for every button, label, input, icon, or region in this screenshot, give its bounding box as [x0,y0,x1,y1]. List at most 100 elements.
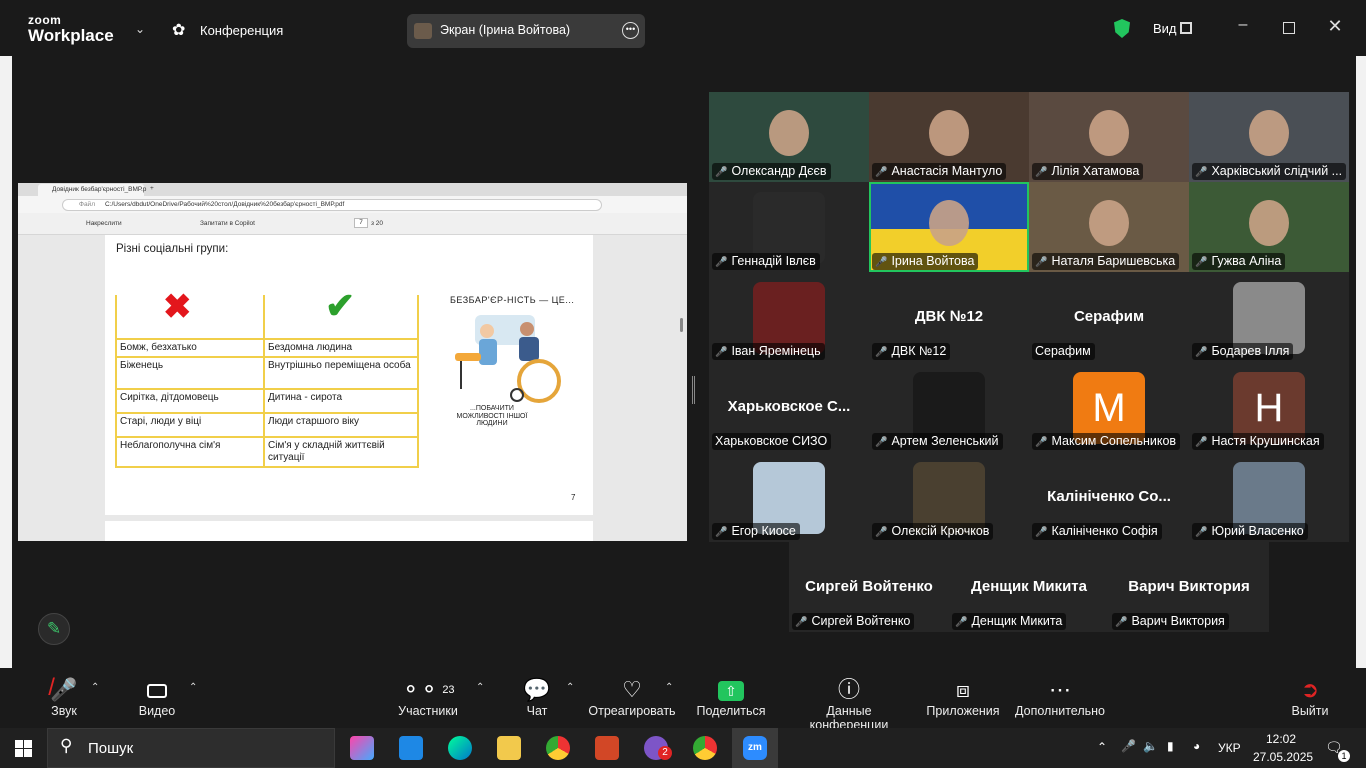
language-indicator[interactable]: УКР [1218,741,1241,755]
participant-big-name: Серафим [1073,308,1145,325]
clock-time[interactable]: 12:02 [1266,732,1296,746]
participant-name-label: 🎤 Олександр Дєєв [712,163,831,180]
mic-muted-icon: 🎤 [875,257,888,268]
participant-tile[interactable]: 🎤 Олексій Крючков [869,452,1029,542]
audio-options-caret[interactable]: ⌃ [91,682,99,693]
mic-muted-icon: 🎤 [1195,437,1208,448]
meeting-toolbar: 🎤 / Звук ⌃ Видео ⌃ ⚬⚬ 23 Участники ⌃ 💬 Чат… [0,668,1366,732]
mic-muted-icon: 🎤 [795,617,808,628]
participant-video [1249,200,1289,246]
participant-name: Харьковское СИЗО [715,434,828,448]
participant-name: Гужва Аліна [1211,254,1282,268]
participant-tile[interactable]: 🎤 Лілія Хатамова [1029,92,1189,182]
participant-tile[interactable]: 🎤 Юрий Власенко [1189,452,1349,542]
mic-muted-icon: 🎤 [1195,167,1208,178]
participant-tile[interactable]: Денщик Микита 🎤 Денщик Микита [949,542,1109,632]
participant-tile[interactable]: 🎤 Олександр Дєєв [709,92,869,182]
chat-button[interactable]: 💬 Чат [520,676,554,718]
participant-name: ДВК №12 [891,344,947,358]
wifi-icon[interactable]: ◕ [1193,739,1200,753]
participant-name-label: 🎤 Варич Виктория [1112,613,1229,630]
chat-options-caret[interactable]: ⌃ [566,682,574,693]
camera-icon [134,676,180,704]
participant-tile[interactable]: 🎤 Харківський слідчий ... [1189,92,1349,182]
participant-tile[interactable]: 🎤 Наталя Баришевська [1029,182,1189,272]
windows-start-icon[interactable] [15,740,32,757]
mic-muted-icon: 🎤 [875,347,888,358]
video-button[interactable]: Видео [134,676,180,718]
participant-name: Артем Зеленський [891,434,999,448]
share-button[interactable]: ⇧ Поделиться [696,676,766,718]
participant-tile[interactable]: 🎤 Ірина Войтова [869,182,1029,272]
participant-tile[interactable]: M 🎤 Максим Сопельников [1029,362,1189,452]
participant-video [769,110,809,156]
participants-options-caret[interactable]: ⌃ [476,682,484,693]
participant-name: Бодарев Ілля [1211,344,1290,358]
mic-muted-icon: 🎤 [1115,617,1128,628]
zoom-app-icon[interactable]: zm [743,736,767,760]
participants-button[interactable]: ⚬⚬ 23 Участники [396,676,460,718]
participant-name-label: 🎤 Егор Киосе [712,523,800,540]
participant-big-name: Калініченко Со... [1047,488,1171,505]
participant-tile[interactable]: 🎤 Анастасія Мантуло [869,92,1029,182]
participant-tile[interactable]: 🎤 Іван Яремінець [709,272,869,362]
participant-name-label: 🎤 Ірина Войтова [872,253,979,270]
apps-button[interactable]: ⧈ Приложения [925,676,1001,718]
participant-tile[interactable]: Сиргей Войтенко 🎤 Сиргей Войтенко [789,542,949,632]
tray-mic-icon[interactable]: 🎤 [1121,739,1136,753]
mic-muted-icon: 🎤 [715,257,728,268]
participant-big-name: Харьковское С... [727,398,851,415]
more-button[interactable]: ⋯ Дополнительно [1014,676,1106,718]
video-options-caret[interactable]: ⌃ [189,682,197,693]
participant-tile[interactable]: H 🎤 Настя Крушинская [1189,362,1349,452]
participant-name-label: 🎤 Максим Сопельников [1032,433,1181,450]
participant-video [1089,110,1129,156]
mic-muted-icon: 🎤 [875,437,888,448]
taskbar-search[interactable]: ⚲ Пошук [47,728,335,768]
mic-muted-icon: 🎤 [1195,347,1208,358]
participant-big-name: ДВК №12 [914,308,984,325]
react-options-caret[interactable]: ⌃ [665,682,673,693]
participant-name: Наталя Баришевська [1051,254,1176,268]
participant-tile[interactable]: 🎤 Геннадій Івлєв [709,182,869,272]
participant-tile[interactable]: 🎤 Гужва Аліна [1189,182,1349,272]
participant-tile[interactable]: 🎤 Артем Зеленський [869,362,1029,452]
edge-app-icon[interactable] [448,736,472,760]
chrome-profile-app-icon[interactable] [693,736,717,760]
zoom-window: { "window": {"brand_top": "zoom", "brand… [0,0,1366,768]
participant-tile[interactable]: Харьковское С... Харьковское СИЗО [709,362,869,452]
viber-app-icon[interactable]: 2 [644,736,672,760]
powerpoint-app-icon[interactable] [595,736,619,760]
participant-name-label: 🎤 Гужва Аліна [1192,253,1286,270]
annotate-pencil-icon[interactable]: ✎ [38,613,70,645]
meeting-info-button[interactable]: ⓘ Данные конференции [786,676,912,732]
chrome-app-icon[interactable] [546,736,570,760]
participant-name: Варич Виктория [1131,614,1225,628]
battery-icon[interactable]: ▮ [1167,739,1174,753]
file-explorer-icon[interactable] [497,736,521,760]
participant-name-label: 🎤 Анастасія Мантуло [872,163,1007,180]
leave-button[interactable]: ➲ Выйти [1288,676,1332,718]
leave-icon: ➲ [1300,677,1320,702]
participant-tile[interactable]: ДВК №12 🎤 ДВК №12 [869,272,1029,362]
tray-chevron-icon[interactable]: ⌃ [1097,740,1107,754]
mic-muted-icon: 🎤 [715,347,728,358]
participant-tile[interactable]: 🎤 Егор Киосе [709,452,869,542]
participant-tile[interactable]: 🎤 Бодарев Ілля [1189,272,1349,362]
participant-name: Юрий Власенко [1211,524,1304,538]
clock-date[interactable]: 27.05.2025 [1253,750,1313,764]
participant-tile[interactable]: Калініченко Со... 🎤 Калініченко Софія [1029,452,1189,542]
info-icon: ⓘ [837,677,860,702]
copilot-app-icon[interactable] [350,736,374,760]
participant-video [1249,110,1289,156]
store-app-icon[interactable] [399,736,423,760]
heart-icon: ♡ [622,677,642,702]
mic-muted-icon: 🎤 [1195,527,1208,538]
react-button[interactable]: ♡ Отреагировать [588,676,676,718]
share-arrow-icon: ⇧ [696,676,766,704]
participant-name-label: Серафим [1032,343,1095,360]
volume-icon[interactable]: 🔈 [1143,739,1158,753]
audio-button[interactable]: 🎤 / Звук [44,676,84,719]
participant-tile[interactable]: Серафим Серафим [1029,272,1189,362]
participant-tile[interactable]: Варич Виктория 🎤 Варич Виктория [1109,542,1269,632]
